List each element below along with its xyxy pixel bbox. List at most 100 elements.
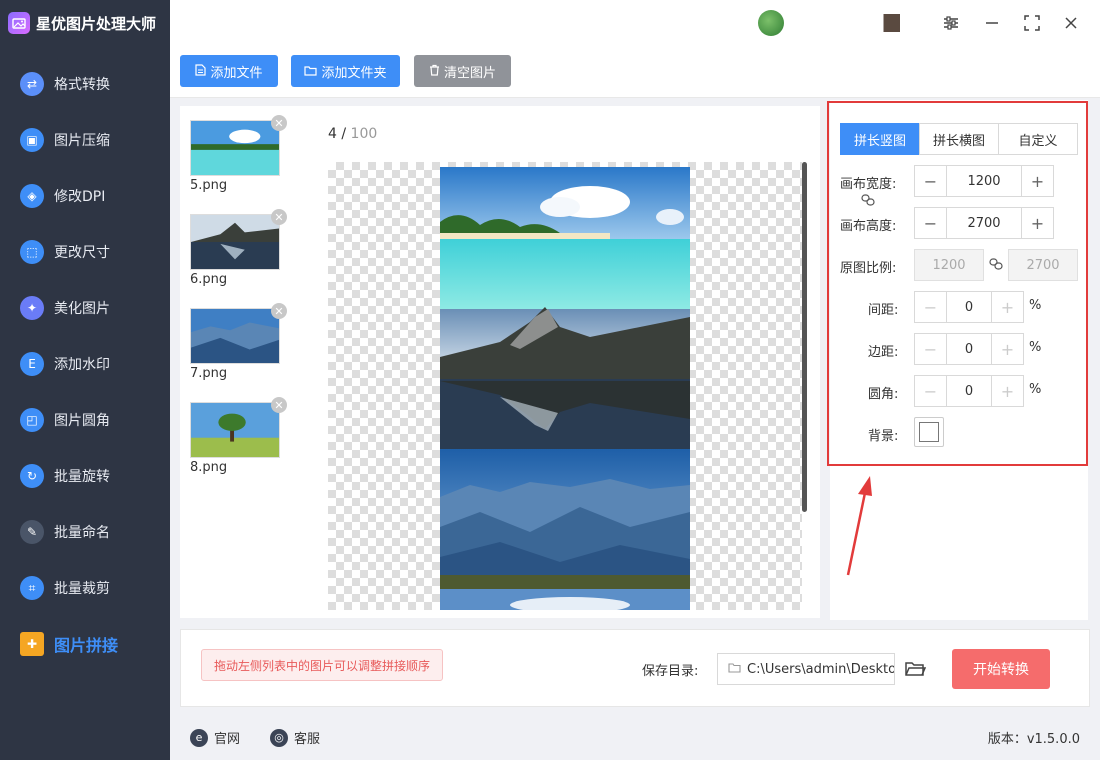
stitch-mode-tabs: 拼长竖图 拼长横图 自定义: [840, 123, 1078, 155]
margin-label: 边距:: [868, 345, 899, 360]
remove-file-icon[interactable]: ✕: [271, 303, 287, 319]
sidebar-item-label: 图片拼接: [54, 636, 119, 655]
canvas-height-stepper[interactable]: − 2700 +: [914, 207, 1054, 239]
remove-file-icon[interactable]: ✕: [271, 209, 287, 225]
tab-2[interactable]: 拼长横图: [919, 123, 999, 155]
app-brand: 星优图片处理大师: [0, 0, 170, 46]
link-icon[interactable]: [860, 193, 876, 211]
drag-hint: 拖动左侧列表中的图片可以调整拼接顺序: [201, 649, 444, 681]
save-dir-label: 保存目录:: [642, 664, 699, 679]
website-link[interactable]: e 官网: [190, 728, 240, 747]
decrement-button[interactable]: −: [915, 292, 947, 322]
sidebar-item-3[interactable]: ◈ 修改DPI: [0, 168, 170, 224]
app-title: 星优图片处理大师: [36, 14, 157, 33]
thumbnail-image[interactable]: ✕: [190, 209, 287, 270]
thumbnail-image[interactable]: ✕: [190, 303, 287, 364]
sidebar-item-5[interactable]: ✦ 美化图片: [0, 280, 170, 336]
sidebar-item-4[interactable]: ⬚ 更改尺寸: [0, 224, 170, 280]
sidebar-item-2[interactable]: ▣ 图片压缩: [0, 112, 170, 168]
open-folder-icon[interactable]: [903, 657, 927, 681]
file-list-item[interactable]: ✕ 6.png: [190, 209, 287, 287]
thumbnail-image[interactable]: ✕: [190, 115, 287, 176]
corner-radius-label: 圆角:: [868, 387, 899, 402]
toolbar: 添加文件 添加文件夹 清空图片: [170, 46, 1100, 98]
decrement-button[interactable]: −: [915, 166, 947, 196]
sidebar-item-label: 批量命名: [54, 525, 110, 541]
scrollbar-thumb[interactable]: [802, 162, 807, 512]
add-folder-button[interactable]: 添加文件夹: [291, 55, 400, 87]
decrement-button[interactable]: −: [915, 208, 947, 238]
corner-radius-stepper[interactable]: − 0 +: [914, 375, 1024, 407]
thumbnail-image[interactable]: ✕: [190, 397, 287, 458]
close-icon[interactable]: [1060, 12, 1082, 34]
workspace: ✕ 5.png ✕ 6.png ✕ 7.png ✕ 8.png 4 / 100: [180, 106, 820, 618]
tab-1[interactable]: 拼长竖图: [840, 123, 920, 155]
sidebar-item-7[interactable]: ◰ 图片圆角: [0, 392, 170, 448]
spacing-label: 间距:: [868, 303, 899, 318]
canvas-width-label: 画布宽度:: [840, 177, 897, 192]
remove-file-icon[interactable]: ✕: [271, 397, 287, 413]
remove-file-icon[interactable]: ✕: [271, 115, 287, 131]
increment-button[interactable]: +: [991, 292, 1023, 322]
file-list-item[interactable]: ✕ 7.png: [190, 303, 287, 381]
sidebar-item-8[interactable]: ↻ 批量旋转: [0, 448, 170, 504]
save-path-input[interactable]: C:\Users\admin\Deskto: [717, 653, 895, 685]
sidebar-item-label: 批量旋转: [54, 469, 110, 485]
sidebar-item-11[interactable]: ✚ 图片拼接: [0, 616, 170, 672]
preview-scrollbar[interactable]: [802, 162, 808, 610]
start-convert-button[interactable]: 开始转换: [952, 649, 1050, 689]
file-name: 7.png: [190, 366, 228, 381]
footer: e 官网 ◎ 客服 版本：v1.5.0.0: [170, 710, 1100, 760]
sidebar-item-9[interactable]: ✎ 批量命名: [0, 504, 170, 560]
increment-button[interactable]: +: [991, 334, 1023, 364]
margin-stepper[interactable]: − 0 +: [914, 333, 1024, 365]
file-name: 5.png: [190, 178, 228, 193]
link-icon: [988, 257, 1004, 275]
increment-button[interactable]: +: [1021, 208, 1053, 238]
increment-button[interactable]: +: [1021, 166, 1053, 196]
version-label: 版本：v1.5.0.0: [987, 732, 1080, 747]
increment-button[interactable]: +: [991, 376, 1023, 406]
canvas-width-stepper[interactable]: − 1200 +: [914, 165, 1054, 197]
sidebar-item-1[interactable]: ⇄ 格式转换: [0, 56, 170, 112]
maximize-icon[interactable]: [1021, 12, 1043, 34]
watermark-icon: E: [20, 352, 44, 376]
file-icon: [195, 63, 207, 79]
ratio-height-field: 2700: [1008, 249, 1078, 281]
sidebar-item-label: 更改尺寸: [54, 245, 110, 261]
file-name: 6.png: [190, 272, 228, 287]
ratio-width-field: 1200: [914, 249, 984, 281]
beautify-icon: ✦: [20, 296, 44, 320]
app-logo-icon: [8, 12, 30, 34]
background-color-picker[interactable]: [914, 417, 944, 447]
add-file-button[interactable]: 添加文件: [180, 55, 278, 87]
rename-icon: ✎: [20, 520, 44, 544]
file-list-item[interactable]: ✕ 8.png: [190, 397, 287, 475]
sidebar-item-10[interactable]: ⌗ 批量裁剪: [0, 560, 170, 616]
output-bar: 拖动左侧列表中的图片可以调整拼接顺序 保存目录: C:\Users\admin\…: [180, 629, 1090, 707]
decrement-button[interactable]: −: [915, 376, 947, 406]
sidebar-item-label: 格式转换: [54, 77, 110, 93]
percent-label: %: [1029, 340, 1042, 355]
sidebar-item-label: 图片压缩: [54, 133, 110, 149]
format-convert-icon: ⇄: [20, 72, 44, 96]
resize-icon: ⬚: [20, 240, 44, 264]
support-link[interactable]: ◎ 客服: [270, 728, 320, 747]
tab-3[interactable]: 自定义: [998, 123, 1078, 155]
minimize-icon[interactable]: [981, 12, 1003, 34]
canvas-height-label: 画布高度:: [840, 219, 897, 234]
sidebar-item-label: 批量裁剪: [54, 581, 110, 597]
avatar[interactable]: [758, 10, 784, 36]
stitch-preview[interactable]: [328, 162, 802, 610]
settings-sliders-icon[interactable]: [940, 12, 962, 34]
sidebar: 星优图片处理大师 ⇄ 格式转换 ▣ 图片压缩 ◈ 修改DPI ⬚ 更改尺寸 ✦ 美化图片 E 添加水印…: [0, 0, 170, 760]
chat-icon: ◎: [270, 728, 288, 747]
file-list-item[interactable]: ✕ 5.png: [190, 115, 287, 193]
folder-icon: [304, 64, 318, 79]
clear-images-button[interactable]: 清空图片: [414, 55, 511, 87]
sidebar-item-6[interactable]: E 添加水印: [0, 336, 170, 392]
spacing-stepper[interactable]: − 0 +: [914, 291, 1024, 323]
decrement-button[interactable]: −: [915, 334, 947, 364]
browser-icon: e: [190, 728, 208, 747]
background-label: 背景:: [868, 429, 899, 444]
